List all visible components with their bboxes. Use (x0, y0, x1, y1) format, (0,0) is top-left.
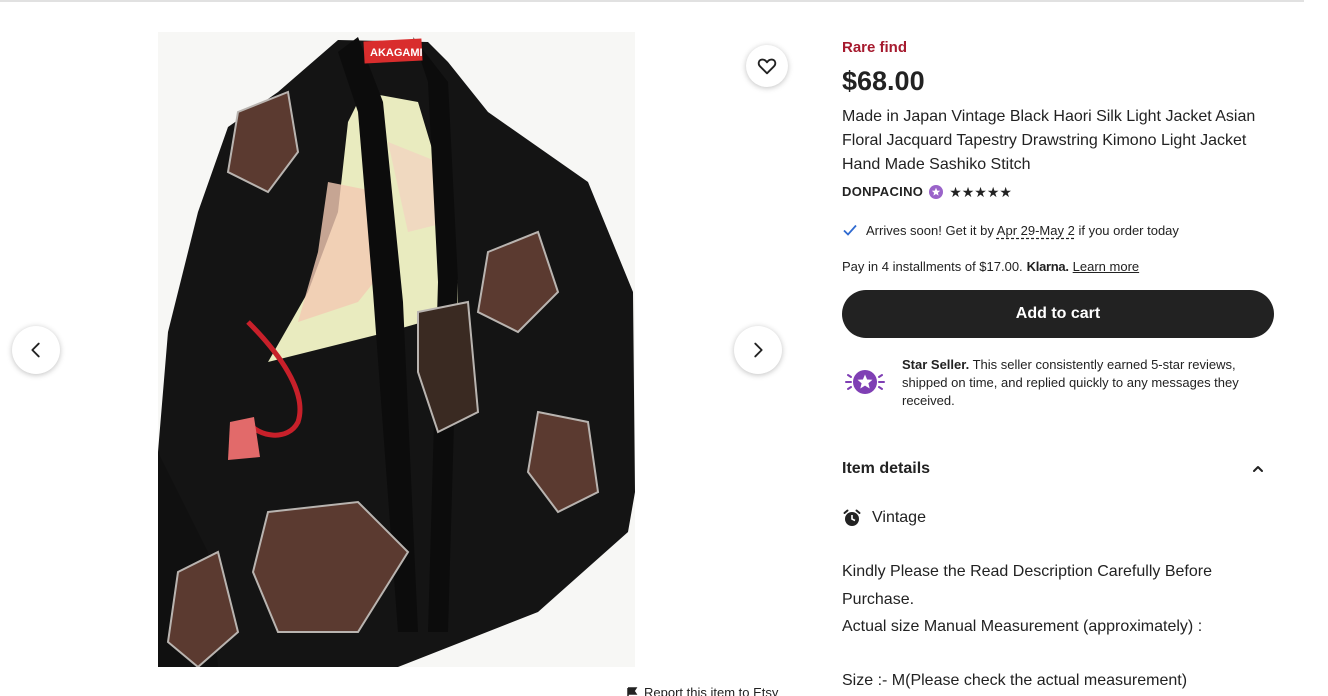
report-item-label: Report this item to Etsy (644, 685, 779, 696)
arrival-dates-link[interactable]: Apr 29-May 2 (997, 223, 1075, 238)
rating-stars[interactable]: ★★★★★ (949, 185, 1012, 199)
heart-icon (757, 58, 777, 75)
arrival-estimate: Arrives soon! Get it by Apr 29-May 2 if … (842, 222, 1179, 238)
scrollbar[interactable] (1304, 0, 1328, 696)
installments-text: Pay in 4 installments of $17.00. (842, 259, 1023, 274)
kimono-illustration: AKAGAMI (158, 32, 635, 667)
top-divider (0, 0, 1304, 2)
description-line: Actual size Manual Measurement (approxim… (842, 618, 1203, 635)
rare-find-label: Rare find (842, 39, 908, 56)
chevron-up-icon (1253, 466, 1263, 472)
listing-title: Made in Japan Vintage Black Haori Silk L… (842, 108, 1256, 173)
shop-name-link[interactable]: DONPACINO (842, 184, 923, 199)
klarna-logo: Klarna. (1026, 259, 1069, 274)
chevron-left-icon (31, 342, 40, 358)
klarna-installments: Pay in 4 installments of $17.00. Klarna.… (842, 259, 1139, 274)
learn-more-link[interactable]: Learn more (1073, 259, 1139, 274)
hanger-tag-text: AKAGAMI (370, 47, 423, 59)
arrives-suffix: if you order today (1078, 222, 1179, 238)
star-seller-icon (845, 370, 885, 394)
item-details-label: Item details (842, 460, 931, 477)
next-image-button[interactable] (734, 326, 782, 374)
star-seller-badge-icon (929, 184, 944, 199)
product-image[interactable]: AKAGAMI (158, 32, 635, 667)
item-description: Kindly Please the Read Description Caref… (842, 558, 1274, 694)
add-to-cart-button[interactable]: Add to cart (842, 290, 1274, 338)
rating-stars-text: ★★★★★ (949, 183, 1012, 200)
shop-info: DONPACINO ★★★★★ (842, 184, 1012, 199)
chevron-right-icon (754, 342, 763, 358)
item-details-toggle[interactable]: Item details (842, 460, 1274, 478)
previous-image-button[interactable] (12, 326, 60, 374)
star-seller-info: Star Seller. This seller consistently ea… (842, 356, 1274, 410)
price: $68.00 (842, 66, 925, 96)
favorite-button[interactable] (746, 45, 788, 87)
alarm-clock-icon (843, 509, 861, 526)
vintage-attribute: Vintage (842, 508, 926, 528)
description-line: Size :- M(Please check the actual measur… (842, 671, 1188, 689)
star-seller-title: Star Seller. (902, 357, 970, 372)
flag-icon (627, 686, 638, 696)
description-line: Kindly Please the Read Description Caref… (842, 563, 1212, 608)
vintage-label: Vintage (872, 509, 926, 526)
arrives-prefix: Arrives soon! Get it by (866, 222, 994, 238)
report-item-link[interactable]: Report this item to Etsy (626, 685, 778, 696)
checkmark-icon (843, 224, 857, 236)
